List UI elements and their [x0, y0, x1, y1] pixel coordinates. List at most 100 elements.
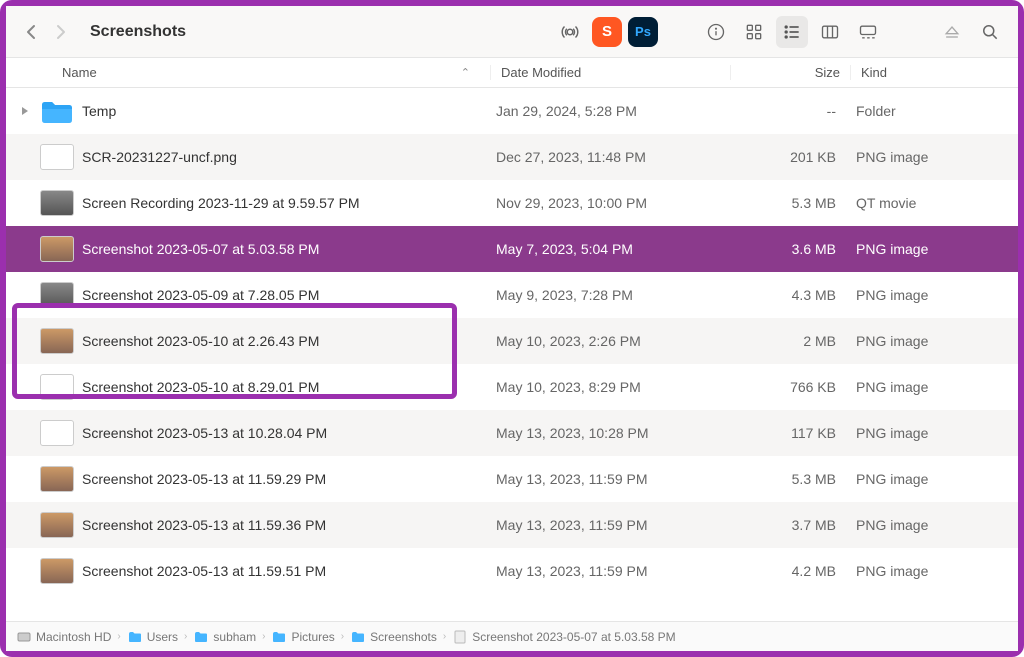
search-icon[interactable]: [974, 16, 1006, 48]
file-row[interactable]: Screenshot 2023-05-10 at 2.26.43 PM May 1…: [6, 318, 1018, 364]
path-label: Users: [147, 630, 178, 644]
column-kind[interactable]: Kind: [850, 65, 1018, 80]
file-name-cell: Screenshot 2023-05-13 at 11.59.29 PM: [6, 466, 486, 492]
file-date: Nov 29, 2023, 10:00 PM: [486, 195, 726, 211]
file-name-label: Screenshot 2023-05-13 at 11.59.36 PM: [82, 517, 326, 533]
file-name-cell: Screenshot 2023-05-10 at 2.26.43 PM: [6, 328, 486, 354]
file-date: Jan 29, 2024, 5:28 PM: [486, 103, 726, 119]
toolbar: Screenshots S Ps: [6, 6, 1018, 58]
file-row[interactable]: Screenshot 2023-05-13 at 10.28.04 PM May …: [6, 410, 1018, 456]
file-thumbnail: [40, 282, 74, 308]
file-thumbnail: [40, 558, 74, 584]
file-name-label: Screenshot 2023-05-10 at 2.26.43 PM: [82, 333, 319, 349]
eject-icon[interactable]: [936, 16, 968, 48]
path-segment[interactable]: Screenshot 2023-05-07 at 5.03.58 PM: [452, 629, 675, 645]
chevron-right-icon: ›: [262, 631, 265, 642]
file-date: May 13, 2023, 11:59 PM: [486, 563, 726, 579]
path-bar: Macintosh HD › Users › subham › Pictures › Scree…: [6, 621, 1018, 651]
file-size: 3.6 MB: [726, 241, 846, 257]
path-label: Macintosh HD: [36, 630, 111, 644]
app-icon-s[interactable]: S: [592, 17, 622, 47]
file-thumbnail: [40, 374, 74, 400]
file-size: --: [726, 103, 846, 119]
airdrop-icon[interactable]: [554, 16, 586, 48]
file-date: May 13, 2023, 11:59 PM: [486, 517, 726, 533]
file-name-cell: Screenshot 2023-05-13 at 11.59.51 PM: [6, 558, 486, 584]
grid-view-icon[interactable]: [738, 16, 770, 48]
file-thumbnail: [40, 328, 74, 354]
forward-button[interactable]: [48, 19, 74, 45]
file-date: May 13, 2023, 11:59 PM: [486, 471, 726, 487]
file-row[interactable]: Screenshot 2023-05-10 at 8.29.01 PMMay 1…: [6, 364, 1018, 410]
file-date: May 13, 2023, 10:28 PM: [486, 425, 726, 441]
file-name-label: Screenshot 2023-05-13 at 11.59.29 PM: [82, 471, 326, 487]
path-label: Pictures: [291, 630, 334, 644]
path-segment[interactable]: subham: [193, 629, 256, 645]
file-row[interactable]: TempJan 29, 2024, 5:28 PM--Folder: [6, 88, 1018, 134]
column-date[interactable]: Date Modified: [490, 65, 730, 80]
column-name-label: Name: [62, 65, 97, 80]
file-row[interactable]: Screenshot 2023-05-09 at 7.28.05 PM May 9…: [6, 272, 1018, 318]
file-thumbnail: [40, 98, 74, 124]
file-kind: PNG image: [846, 563, 1018, 579]
path-label: Screenshots: [370, 630, 437, 644]
file-thumbnail: [40, 466, 74, 492]
chevron-right-icon: ›: [184, 631, 187, 642]
path-segment[interactable]: Pictures: [271, 629, 334, 645]
file-row[interactable]: Screen Recording 2023-11-29 at 9.59.57 P…: [6, 180, 1018, 226]
file-name-cell: SCR-20231227-uncf.png: [6, 144, 486, 170]
file-name-cell: Screenshot 2023-05-13 at 10.28.04 PM: [6, 420, 486, 446]
file-name-label: Screenshot 2023-05-13 at 10.28.04 PM: [82, 425, 327, 441]
chevron-right-icon: ›: [117, 631, 120, 642]
file-name-cell: Temp: [6, 98, 486, 124]
window-title: Screenshots: [90, 23, 186, 41]
app-icon-photoshop[interactable]: Ps: [628, 17, 658, 47]
folder-icon: [193, 629, 209, 645]
info-icon[interactable]: [700, 16, 732, 48]
path-segment[interactable]: Screenshots: [350, 629, 437, 645]
column-size[interactable]: Size: [730, 65, 850, 80]
file-size: 4.2 MB: [726, 563, 846, 579]
file-kind: PNG image: [846, 287, 1018, 303]
file-name-label: Temp: [82, 103, 116, 119]
file-name-cell: Screenshot 2023-05-07 at 5.03.58 PM: [6, 236, 486, 262]
file-size: 117 KB: [726, 425, 846, 441]
column-view-icon[interactable]: [814, 16, 846, 48]
file-thumbnail: [40, 420, 74, 446]
folder-icon: [350, 629, 366, 645]
file-icon: [452, 629, 468, 645]
file-date: May 10, 2023, 2:26 PM: [486, 333, 726, 349]
file-name-label: SCR-20231227-uncf.png: [82, 149, 237, 165]
file-date: Dec 27, 2023, 11:48 PM: [486, 149, 726, 165]
file-row[interactable]: Screenshot 2023-05-13 at 11.59.29 PM May …: [6, 456, 1018, 502]
list-view-icon[interactable]: [776, 16, 808, 48]
file-kind: PNG image: [846, 379, 1018, 395]
file-kind: PNG image: [846, 149, 1018, 165]
column-name[interactable]: Name ⌃: [10, 65, 490, 80]
chevron-right-icon: ›: [341, 631, 344, 642]
file-thumbnail: [40, 190, 74, 216]
file-thumbnail: [40, 144, 74, 170]
file-kind: PNG image: [846, 333, 1018, 349]
path-segment[interactable]: Users: [127, 629, 178, 645]
back-button[interactable]: [18, 19, 44, 45]
file-row[interactable]: SCR-20231227-uncf.png Dec 27, 2023, 11:48…: [6, 134, 1018, 180]
file-date: May 9, 2023, 7:28 PM: [486, 287, 726, 303]
file-row[interactable]: Screenshot 2023-05-13 at 11.59.36 PM May …: [6, 502, 1018, 548]
file-row[interactable]: Screenshot 2023-05-13 at 11.59.51 PMMay …: [6, 548, 1018, 594]
file-kind: PNG image: [846, 241, 1018, 257]
sort-indicator-icon: ⌃: [461, 66, 470, 79]
file-name-cell: Screenshot 2023-05-10 at 8.29.01 PM: [6, 374, 486, 400]
path-segment[interactable]: Macintosh HD: [16, 629, 111, 645]
gallery-view-icon[interactable]: [852, 16, 884, 48]
file-kind: PNG image: [846, 425, 1018, 441]
file-size: 5.3 MB: [726, 195, 846, 211]
file-row[interactable]: Screenshot 2023-05-07 at 5.03.58 PMMay 7…: [6, 226, 1018, 272]
file-kind: PNG image: [846, 471, 1018, 487]
file-name-label: Screenshot 2023-05-09 at 7.28.05 PM: [82, 287, 319, 303]
finder-window: Screenshots S Ps: [6, 6, 1018, 651]
file-kind: QT movie: [846, 195, 1018, 211]
file-size: 201 KB: [726, 149, 846, 165]
file-name-cell: Screenshot 2023-05-09 at 7.28.05 PM: [6, 282, 486, 308]
disclosure-icon[interactable]: [20, 106, 32, 116]
